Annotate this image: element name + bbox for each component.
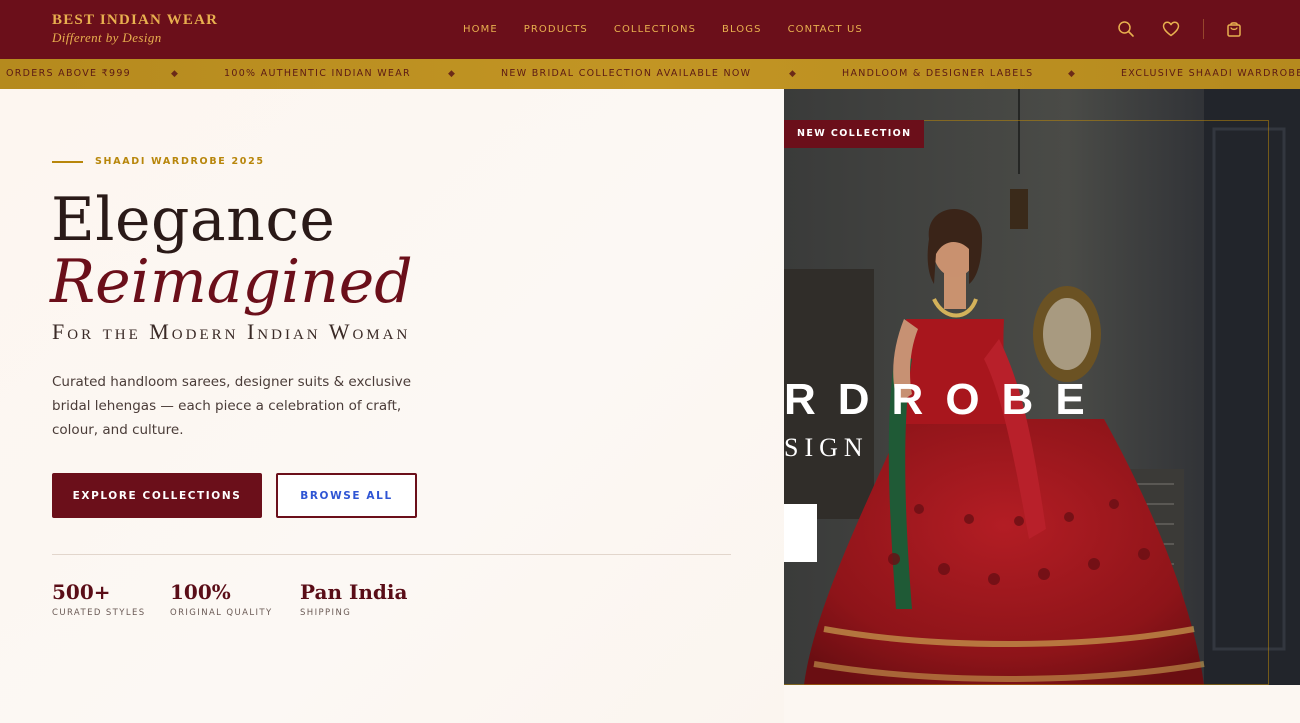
explore-collections-button[interactable]: EXPLORE COLLECTIONS	[52, 473, 262, 518]
hero-image: NEW COLLECTION RDROBE SIGN	[784, 89, 1300, 685]
stat-label: SHIPPING	[300, 608, 352, 618]
overlay-heading: RDROBE	[784, 375, 1107, 424]
stat-label: ORIGINAL QUALITY	[170, 608, 273, 618]
diamond-icon: ◆	[789, 68, 796, 78]
stat-value: 500+	[52, 580, 111, 604]
nav-contact-us[interactable]: CONTACT US	[788, 24, 863, 35]
hero-title-line2: Reimagined	[50, 247, 413, 317]
main-nav: HOME PRODUCTS COLLECTIONS BLOGS CONTACT …	[463, 24, 889, 35]
diamond-icon: ◆	[171, 68, 178, 78]
nav-collections[interactable]: COLLECTIONS	[614, 24, 696, 35]
nav-home[interactable]: HOME	[463, 24, 498, 35]
eyebrow-rule	[52, 161, 83, 163]
brand-name: Best Indian Wear	[52, 12, 219, 28]
announcement-ticker: ORDERS ABOVE ₹999 ◆ 100% AUTHENTIC INDIA…	[0, 59, 1300, 89]
stat-value: 100%	[170, 580, 231, 604]
ticker-item: EXCLUSIVE SHAADI WARDROBE	[1121, 68, 1300, 79]
brand-tagline: Different by Design	[52, 30, 162, 45]
nav-products[interactable]: PRODUCTS	[524, 24, 588, 35]
site-header: Best Indian Wear Different by Design HOM…	[0, 0, 1300, 59]
heart-icon[interactable]	[1162, 20, 1180, 38]
hero-eyebrow: SHAADI WARDROBE 2025	[95, 156, 265, 167]
overlay-subheading: SIGN	[784, 433, 869, 462]
header-divider	[1203, 19, 1204, 39]
hero-description: Curated handloom sarees, designer suits …	[52, 374, 412, 438]
stat-label: CURATED STYLES	[52, 608, 146, 618]
nav-blogs[interactable]: BLOGS	[722, 24, 762, 35]
browse-all-button[interactable]: BROWSE ALL	[276, 473, 417, 518]
search-icon[interactable]	[1117, 20, 1135, 38]
diamond-icon: ◆	[448, 68, 455, 78]
overlay-button-fragment[interactable]	[784, 504, 817, 562]
ticker-item: ORDERS ABOVE ₹999	[6, 68, 132, 79]
hero-subtitle: For the Modern Indian Woman	[52, 319, 411, 344]
brand-logo[interactable]: Best Indian Wear Different by Design	[52, 12, 218, 46]
diamond-icon: ◆	[1068, 68, 1075, 78]
ticker-item: 100% AUTHENTIC INDIAN WEAR	[224, 68, 411, 79]
ticker-item: NEW BRIDAL COLLECTION AVAILABLE NOW	[501, 68, 752, 79]
ticker-item: HANDLOOM & DESIGNER LABELS	[842, 68, 1034, 79]
new-collection-badge: NEW COLLECTION	[784, 120, 925, 148]
stat-value: Pan India	[300, 580, 408, 604]
shopping-bag-icon[interactable]	[1225, 20, 1243, 38]
hero-divider	[52, 554, 731, 555]
